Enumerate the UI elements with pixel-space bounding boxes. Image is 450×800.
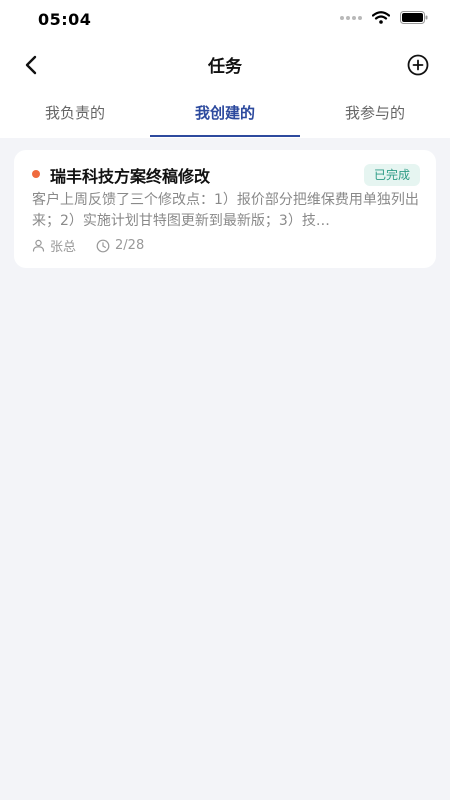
tab-participating[interactable]: 我参与的 xyxy=(300,102,450,123)
person-icon xyxy=(32,239,45,252)
assignee-name: 张总 xyxy=(50,240,77,255)
header-area: 05:04 任务 我负责的 我创建的 我参与的 xyxy=(0,0,450,138)
due-date: 2/28 xyxy=(96,238,144,253)
nav-bar: 任务 xyxy=(0,42,450,88)
tab-created[interactable]: 我创建的 xyxy=(150,102,300,123)
due-date-text: 2/28 xyxy=(115,238,145,253)
add-task-button[interactable] xyxy=(404,51,432,79)
wifi-icon xyxy=(372,11,390,24)
task-meta: 张总 2/28 xyxy=(32,236,164,255)
tab-bar: 我负责的 我创建的 我参与的 xyxy=(0,94,450,138)
status-badge: 已完成 xyxy=(363,164,420,186)
status-icons xyxy=(340,11,428,24)
clock-icon xyxy=(96,239,110,252)
task-title: 瑞丰科技方案终稿修改 xyxy=(50,167,211,186)
status-bar: 05:04 xyxy=(0,0,450,40)
plus-circle-icon xyxy=(407,54,429,76)
page-title: 任务 xyxy=(208,57,242,77)
cellular-signal-icon xyxy=(340,15,362,20)
task-card[interactable]: 瑞丰科技方案终稿修改 已完成 客户上周反馈了三个修改点：1）报价部分把维保费用单… xyxy=(14,150,436,268)
task-description: 客户上周反馈了三个修改点：1）报价部分把维保费用单独列出来；2）实施计划甘特图更… xyxy=(32,192,419,229)
battery-icon xyxy=(400,11,428,24)
status-time: 05:04 xyxy=(38,10,92,29)
tab-responsible[interactable]: 我负责的 xyxy=(0,102,150,123)
active-tab-indicator xyxy=(150,135,300,137)
priority-dot xyxy=(32,170,40,178)
assignee: 张总 xyxy=(32,236,76,255)
